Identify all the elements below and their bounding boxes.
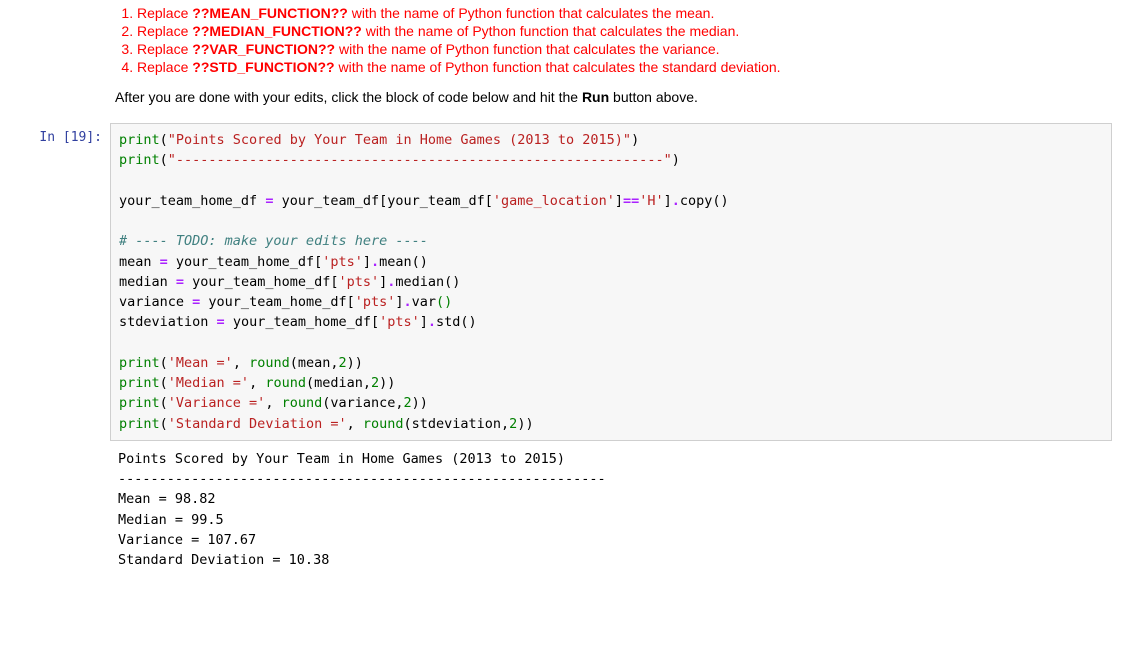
- instruction-item: Replace ??MEAN_FUNCTION?? with the name …: [137, 5, 1112, 21]
- after-edit-note: After you are done with your edits, clic…: [115, 89, 1112, 105]
- code-cell[interactable]: In [19]: print("Points Scored by Your Te…: [20, 123, 1112, 441]
- stdout-output: Points Scored by Your Team in Home Games…: [110, 445, 1112, 571]
- output-prompt: [20, 445, 110, 451]
- instruction-item: Replace ??MEDIAN_FUNCTION?? with the nam…: [137, 23, 1112, 39]
- instructions-block: Replace ??MEAN_FUNCTION?? with the name …: [115, 5, 1112, 75]
- output-cell: Points Scored by Your Team in Home Games…: [20, 445, 1112, 571]
- instructions-list: Replace ??MEAN_FUNCTION?? with the name …: [115, 5, 1112, 75]
- instruction-item: Replace ??STD_FUNCTION?? with the name o…: [137, 59, 1112, 75]
- instruction-item: Replace ??VAR_FUNCTION?? with the name o…: [137, 41, 1112, 57]
- notebook-content: Replace ??MEAN_FUNCTION?? with the name …: [0, 0, 1132, 590]
- code-input-area[interactable]: print("Points Scored by Your Team in Hom…: [110, 123, 1112, 441]
- input-prompt: In [19]:: [20, 123, 110, 147]
